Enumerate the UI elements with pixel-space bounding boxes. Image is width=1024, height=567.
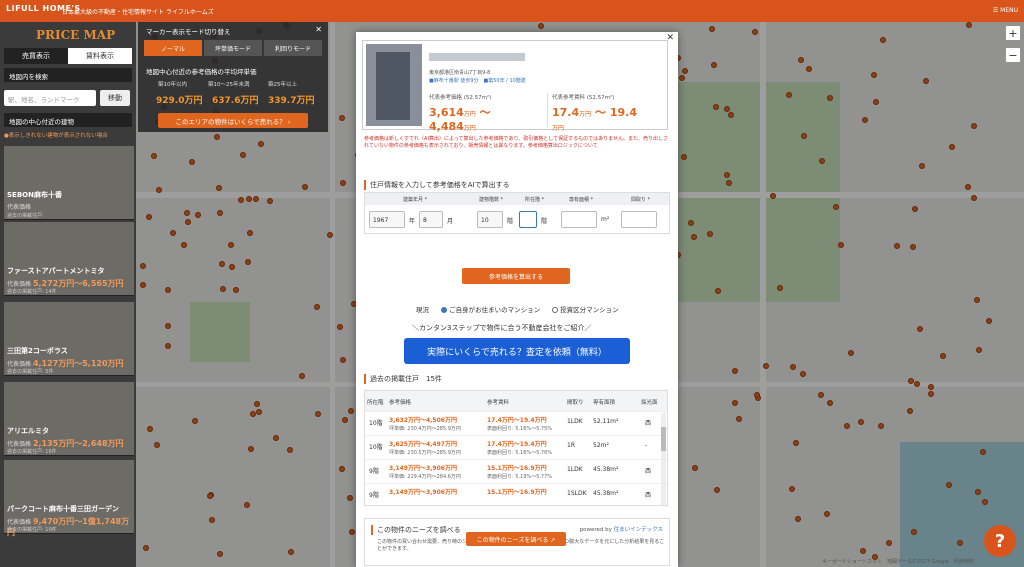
property-address: 東京都港区南青山7丁目9-8 — [429, 70, 491, 76]
floor-input[interactable] — [519, 211, 537, 228]
avg-price-value: 339.7万円 — [268, 96, 315, 106]
marker-mode-title: マーカー表示モード切り替え — [146, 28, 231, 36]
building-card[interactable]: 三田第2コーポラス 代表価格 4,127万円〜5,120万円 過去の掲載住戸: … — [4, 302, 134, 376]
past-listings-title: 過去の掲載住戸 15件 — [364, 374, 442, 384]
building-name: 三田第2コーポラス — [7, 347, 68, 355]
building-name: SEBON麻布十番 — [7, 191, 62, 199]
property-access: ■麻布十番駅 徒歩9分 ■築50年 / 10階建 — [429, 78, 526, 84]
layout-select[interactable] — [621, 211, 657, 228]
building-past: 過去の掲載住戸: 10件 — [7, 527, 57, 533]
calc-price-button[interactable]: 参考価格を算出する — [462, 268, 570, 284]
search-input[interactable]: 駅、地名、ランドマーク — [4, 90, 96, 106]
tab-rent[interactable]: 賃料表示 — [68, 48, 132, 64]
zoom-out-button[interactable]: − — [1006, 48, 1020, 62]
table-scrollbar[interactable] — [661, 413, 666, 505]
avg-price-value: 637.6万円 — [212, 96, 259, 106]
appraisal-request-button[interactable]: 実際にいくらで売れる？査定を依頼（無料） — [404, 338, 630, 364]
center-buildings-label: 地図の中心付近の建物 — [4, 113, 132, 127]
help-icon[interactable]: ? — [984, 525, 1016, 557]
building-card[interactable]: ファーストアパートメントミタ 代表価格 5,272万円〜6,565万円 過去の掲… — [4, 222, 134, 296]
building-card[interactable]: アリエルミタ 代表価格 2,135万円〜2,648万円 過去の掲載住戸: 16件 — [4, 382, 134, 456]
month-select[interactable]: 8 — [419, 211, 443, 228]
mode-tabs: 売買表示 賃料表示 — [4, 48, 132, 64]
price-map-title: PRICE MAP — [36, 28, 116, 42]
area-input[interactable] — [561, 211, 597, 228]
past-listings-table: 所在階 参考価格 参考賃料 間取り 専有面積 採光面 10階 3,632万円〜4… — [364, 390, 668, 506]
table-row[interactable]: 9階 3,149万円〜3,906万円 坪単価: 229.4万円〜284.6万円 … — [365, 459, 667, 483]
top-header: LIFULL HOME'S 日本最大級の不動産・住宅情報サイト ライフルホームズ… — [0, 0, 1024, 22]
building-past: 過去の掲載住戸: 14件 — [7, 289, 57, 295]
age-label: 築10年以内 — [158, 82, 187, 88]
status-radios: 現況 ご自身がお住まいのマンション 投資区分マンション — [416, 306, 619, 314]
needs-title: この物件のニーズを調べる — [371, 525, 461, 535]
price-disclaimer: 参考価格は新しくすでれ（AI算出）によって算出した参考価格であり、取引価格として… — [364, 136, 669, 149]
property-summary: 東京都港区南青山7丁目9-8 ■麻布十番駅 徒歩9分 ■築50年 / 10階建 … — [362, 40, 668, 133]
close-icon[interactable]: ✕ — [315, 25, 322, 34]
building-name: ファーストアパートメントミタ — [7, 267, 105, 275]
mode-yield-button[interactable]: 利回りモード — [264, 40, 322, 56]
unit-info-form: 建築年月 * 建物階数 * 所在階 * 専有面積 * 間取り * 1967 年 … — [364, 192, 670, 234]
map-credit: キーボードショートカット 地図データ©2023 Google 利用規約 — [822, 559, 974, 565]
zoom-in-button[interactable]: + — [1006, 26, 1020, 40]
reference-price: 代表参考価格 (52.57m²) 3,614万円 〜 4,484万円 — [429, 95, 492, 133]
hidden-note[interactable]: ●表示しきれない建物が表示されない場合 — [4, 131, 108, 139]
avg-price-value: 929.0万円 — [156, 96, 203, 106]
floors-input[interactable]: 10 — [477, 211, 503, 228]
building-price: 代表価格 — [7, 204, 32, 211]
table-row[interactable]: 10階 3,632万円〜4,506万円 坪単価: 230.4万円〜285.9万円… — [365, 411, 667, 435]
needs-button[interactable]: この物件のニーズを調べる ↗ — [466, 532, 566, 546]
marker-mode-buttons: ノーマル 坪単価モード 利回りモード — [144, 40, 322, 56]
table-row[interactable]: 10階 3,625万円〜4,497万円 坪単価: 230.5万円〜285.9万円… — [365, 435, 667, 459]
building-name: アリエルミタ — [7, 427, 49, 435]
age-label: 築25年以上 — [268, 82, 297, 88]
search-label: 地図内を検索 — [4, 68, 132, 82]
powered-by: powered by 住まいインデックス — [579, 527, 663, 533]
intro-text: ＼カンタン3ステップで物件に合う不動産会社をご紹介／ — [412, 324, 592, 332]
site-tagline: 日本最大級の不動産・住宅情報サイト ライフルホームズ — [62, 9, 214, 16]
area-sale-button[interactable]: このエリアの物件はいくらで売れる？ › — [158, 113, 308, 128]
table-row[interactable]: 9階 3,149万円〜3,906万円 15.1万円〜16.9万円 1SLDK 4… — [365, 483, 667, 505]
building-card[interactable]: SEBON麻布十番 代表価格 過去の掲載住戸: — [4, 146, 134, 220]
radio-investment[interactable]: 投資区分マンション — [552, 306, 619, 314]
reference-rent: 代表参考賃料 (52.57m²) 17.4万円 〜 19.4万円 — [547, 93, 642, 132]
menu-button[interactable]: ☰ MENU — [993, 7, 1018, 14]
table-header: 所在階 参考価格 参考賃料 間取り 専有面積 採光面 — [365, 391, 667, 411]
building-card[interactable]: パークコート麻布十番三田ガーデン 代表価格 9,470万円〜1億1,748万円 … — [4, 460, 134, 537]
building-past: 過去の掲載住戸: — [7, 213, 44, 219]
building-past: 過去の掲載住戸: 16件 — [7, 449, 57, 455]
property-modal: ✕ 東京都港区南青山7丁目9-8 ■麻布十番駅 徒歩9分 ■築50年 / 10階… — [356, 32, 678, 567]
property-name-redacted — [429, 53, 525, 61]
age-label: 築10〜25年未満 — [208, 82, 250, 88]
mode-tsubo-button[interactable]: 坪単価モード — [204, 40, 262, 56]
building-past: 過去の掲載住戸: 5件 — [7, 369, 54, 375]
form-title: 住戸情報を入力して参考価格をAIで算出する — [364, 180, 510, 190]
radio-own[interactable]: ご自身がお住まいのマンション — [441, 306, 540, 314]
building-name: パークコート麻布十番三田ガーデン — [7, 505, 119, 513]
mode-normal-button[interactable]: ノーマル — [144, 40, 202, 56]
form-header: 建築年月 * 建物階数 * 所在階 * 専有面積 * 間取り * — [365, 193, 669, 205]
marker-mode-panel: マーカー表示モード切り替え ✕ ノーマル 坪単価モード 利回りモード 地図中心付… — [138, 22, 328, 132]
year-select[interactable]: 1967 — [369, 211, 405, 228]
sidebar: PRICE MAP 売買表示 賃料表示 地図内を検索 駅、地名、ランドマーク 移… — [0, 22, 136, 567]
tab-sale[interactable]: 売買表示 — [4, 48, 68, 64]
average-price-label: 地図中心付近の参考価格の平均坪単価 — [146, 68, 257, 76]
move-button[interactable]: 移動 — [100, 90, 130, 106]
property-photo — [366, 44, 422, 126]
